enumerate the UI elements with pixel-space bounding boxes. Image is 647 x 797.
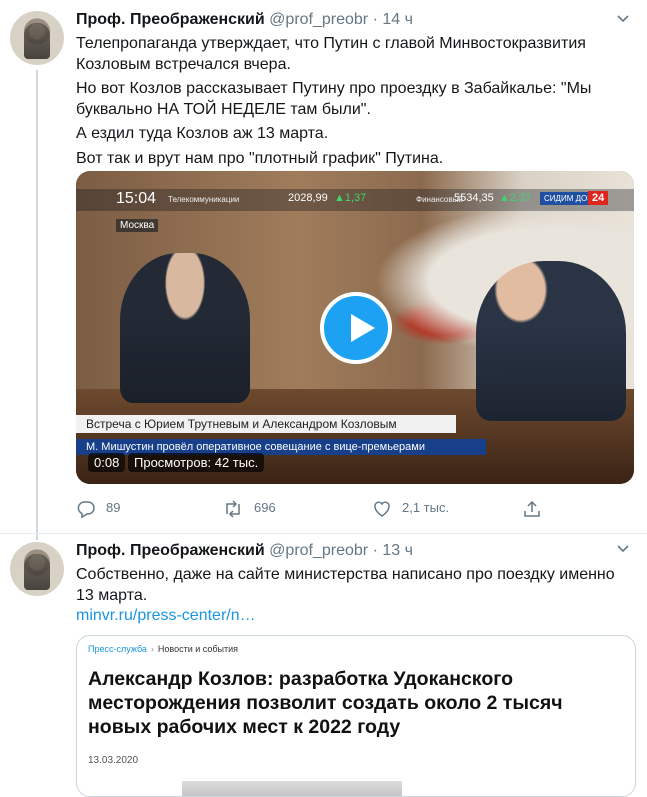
ticker-change: ▲1,37	[334, 192, 367, 204]
video-duration: 0:08	[88, 453, 126, 472]
author-handle[interactable]: @prof_preobr	[269, 542, 368, 559]
thread-line	[36, 70, 38, 540]
caret-down-icon[interactable]	[613, 10, 633, 30]
share-icon	[522, 500, 552, 517]
share-button[interactable]	[522, 496, 552, 520]
separator-dot: ·	[372, 542, 378, 559]
tweet-actions: 89 696 2,1 тыс.	[76, 496, 546, 520]
card-date: 13.03.2020	[88, 755, 139, 766]
tweet-line: Но вот Козлов рассказывает Путину про пр…	[76, 80, 592, 97]
channel-logo: 24	[588, 191, 609, 205]
video-caption: Встреча с Юрием Трутневым и Александром …	[76, 415, 456, 433]
like-button[interactable]: 2,1 тыс.	[372, 496, 449, 520]
tweet-1[interactable]: Проф. Преображенский @prof_preobr · 14 ч…	[0, 0, 647, 540]
tweet-text: Телепропаганда утверждает, что Путин с г…	[76, 34, 631, 169]
card-image	[182, 781, 402, 796]
video-person-left	[120, 253, 250, 403]
author-name[interactable]: Проф. Преображенский	[76, 11, 265, 28]
tweet-line: А ездил туда Козлов аж 13 марта.	[76, 125, 329, 142]
tweet-text: Собственно, даже на сайте министерства н…	[76, 565, 631, 627]
like-icon	[372, 500, 402, 517]
avatar[interactable]	[10, 542, 64, 596]
tweet-line: Вот так и врут нам про "плотный график" …	[76, 149, 444, 167]
tweet-header: Проф. Преображенский @prof_preobr · 13 ч	[76, 542, 413, 560]
separator-dot: ·	[372, 11, 378, 28]
breadcrumb-item: Пресс-служба	[88, 644, 147, 654]
reply-icon	[76, 500, 106, 518]
video-person-right	[476, 261, 626, 421]
timestamp[interactable]: 14 ч	[382, 11, 413, 28]
tweet-link[interactable]: minvr.ru/press-center/n…	[76, 607, 256, 624]
reply-count: 89	[106, 500, 121, 515]
breadcrumb: Пресс-служба › Новости и события	[88, 644, 238, 654]
author-name[interactable]: Проф. Преображенский	[76, 542, 265, 559]
tweet-header: Проф. Преображенский @prof_preobr · 14 ч	[76, 11, 413, 29]
retweet-icon	[222, 500, 254, 518]
caret-down-icon[interactable]	[613, 540, 633, 560]
author-handle[interactable]: @prof_preobr	[269, 11, 368, 28]
video-city: Москва	[116, 219, 159, 232]
avatar[interactable]	[10, 11, 64, 65]
tweet-line: 13 марта.	[76, 586, 148, 604]
retweet-button[interactable]: 696	[222, 496, 276, 520]
card-title: Александр Козлов: разработка Удоканского…	[88, 668, 563, 738]
ticker-value: 5534,35	[454, 192, 494, 204]
video-player[interactable]: 15:04 Телекоммуникации 2028,99 ▲1,37 Фин…	[76, 171, 634, 484]
tweet-line: Телепропаганда утверждает, что Путин с г…	[76, 35, 586, 52]
play-icon[interactable]	[320, 292, 392, 364]
timestamp[interactable]: 13 ч	[382, 542, 413, 559]
tweet-line: Собственно, даже на сайте министерства н…	[76, 566, 615, 583]
ticker-change: ▲2,37	[499, 192, 532, 204]
retweet-count: 696	[254, 500, 276, 515]
video-clock: 15:04	[116, 190, 157, 207]
breadcrumb-separator: ›	[150, 644, 154, 654]
link-card[interactable]: Пресс-служба › Новости и события Александр…	[76, 635, 636, 797]
reply-button[interactable]: 89	[76, 496, 120, 520]
like-count: 2,1 тыс.	[402, 500, 450, 515]
breadcrumb-item: Новости и события	[157, 644, 239, 654]
tweet-line: буквально НА ТОЙ НЕДЕЛЕ там были".	[76, 100, 371, 118]
tweet-line: Козловым встречался вчера.	[76, 55, 291, 73]
ticker-value: 2028,99	[288, 192, 328, 204]
video-views: Просмотров: 42 тыс.	[128, 453, 265, 472]
ticker-label: Телекоммуникации	[168, 195, 240, 204]
